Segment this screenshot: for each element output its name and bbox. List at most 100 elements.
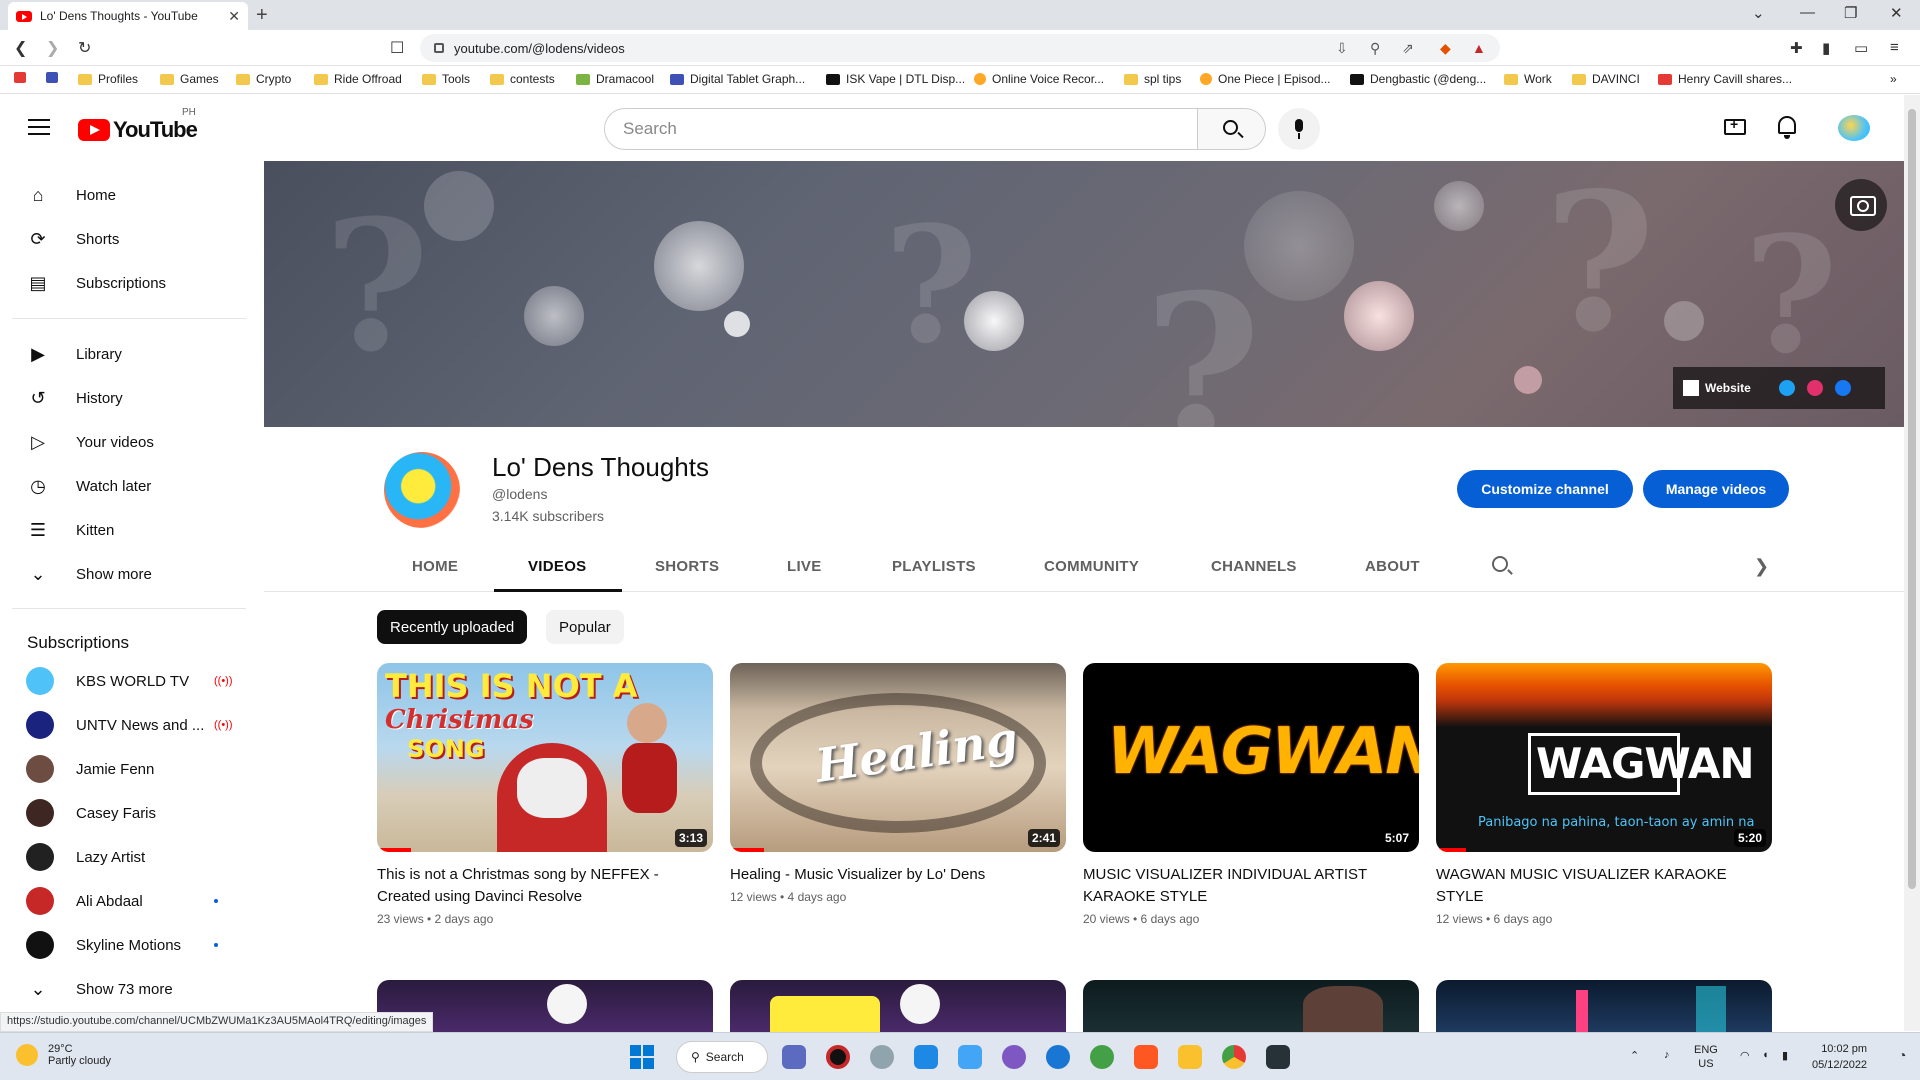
brave-browser-icon[interactable] (1134, 1045, 1158, 1069)
notifications-icon[interactable] (1778, 116, 1796, 139)
close-tab-icon[interactable]: ✕ (228, 8, 240, 25)
reload-icon[interactable]: ↻ (78, 38, 91, 58)
recorder-app-icon[interactable] (826, 1045, 850, 1069)
viber-app-icon[interactable] (1002, 1045, 1026, 1069)
chrome-icon[interactable] (1222, 1045, 1246, 1069)
create-video-icon[interactable] (1724, 116, 1746, 135)
manage-videos-button[interactable]: Manage videos (1643, 470, 1789, 508)
chevron-right-icon[interactable]: ❯ (1754, 556, 1769, 577)
app-icon[interactable] (914, 1045, 938, 1069)
bookmark-dengbastic[interactable]: Dengbastic (@deng... (1350, 72, 1486, 86)
tab-live[interactable]: LIVE (787, 558, 822, 575)
page-scrollbar[interactable] (1904, 95, 1920, 1031)
tab-community[interactable]: COMMUNITY (1044, 558, 1139, 575)
voice-search-icon[interactable] (1278, 108, 1320, 150)
menu-icon[interactable]: ≡ (1890, 39, 1899, 56)
video-title[interactable]: MUSIC VISUALIZER INDIVIDUAL ARTIST KARAO… (1083, 864, 1413, 908)
brave-shield-icon[interactable]: ◆ (1440, 40, 1451, 57)
close-window-icon[interactable]: ✕ (1890, 4, 1903, 22)
file-explorer-icon[interactable] (1178, 1045, 1202, 1069)
facebook-icon[interactable] (1834, 380, 1851, 396)
volume-icon[interactable]: ◖ (1762, 1049, 1769, 1061)
video-thumbnail[interactable] (1436, 980, 1772, 1032)
bookmark-games[interactable]: Games (160, 72, 219, 86)
twitter-icon[interactable] (1778, 380, 1795, 396)
more-bookmarks-icon[interactable]: » (1890, 72, 1897, 86)
tab-playlists[interactable]: PLAYLISTS (892, 558, 976, 575)
davinci-resolve-icon[interactable] (1266, 1045, 1290, 1069)
bookmark-crypto[interactable]: Crypto (236, 72, 291, 86)
sidebar-item-library[interactable]: ▶ Library (12, 334, 244, 374)
tab-search-chevron-icon[interactable]: ⌄ (1752, 4, 1765, 22)
video-card[interactable]: WAGWAN Panibago na pahina, taon-taon ay … (1436, 663, 1772, 926)
show-more-subscriptions[interactable]: ⌄ Show 73 more (12, 969, 244, 1009)
bookmark-isk-vape[interactable]: ISK Vape | DTL Disp... (826, 72, 965, 86)
search-input[interactable]: Search (604, 108, 1198, 150)
chip-recently-uploaded[interactable]: Recently uploaded (377, 610, 528, 644)
subscription-item[interactable]: Jamie Fenn (12, 749, 246, 789)
app-icon[interactable] (1090, 1045, 1114, 1069)
bookmark-profiles[interactable]: Profiles (78, 72, 138, 86)
youtube-logo[interactable]: YouTube PH (78, 107, 198, 143)
video-card[interactable]: WAGWAN 5:07 MUSIC VISUALIZER INDIVIDUAL … (1083, 663, 1419, 926)
install-app-icon[interactable]: ⇩ (1336, 40, 1348, 57)
extensions-icon[interactable]: ✚ (1790, 39, 1803, 57)
browser-tab[interactable]: Lo' Dens Thoughts - YouTube ✕ (8, 2, 248, 30)
taskbar-search-button[interactable]: ⚲ Search (676, 1041, 768, 1073)
subscription-item[interactable]: Skyline Motions (12, 925, 246, 965)
video-title[interactable]: WAGWAN MUSIC VISUALIZER KARAOKE STYLE (1436, 864, 1766, 908)
bookmark-work[interactable]: Work (1504, 72, 1552, 86)
channel-search-icon[interactable] (1492, 556, 1508, 572)
minimize-icon[interactable]: — (1800, 4, 1815, 21)
video-thumbnail[interactable] (1083, 980, 1419, 1032)
bookmark-tools[interactable]: Tools (422, 72, 470, 86)
video-thumbnail[interactable]: Healing 2:41 (730, 663, 1066, 852)
video-title[interactable]: This is not a Christmas song by NEFFEX -… (377, 864, 707, 908)
tray-chevron-icon[interactable]: ⌃ (1630, 1049, 1639, 1062)
video-thumbnail[interactable]: WAGWAN Panibago na pahina, taon-taon ay … (1436, 663, 1772, 852)
tab-shorts[interactable]: SHORTS (655, 558, 719, 575)
subscription-item[interactable]: Lazy Artist (12, 837, 246, 877)
sidebar-icon[interactable]: ▮ (1822, 39, 1830, 57)
app-icon[interactable] (870, 1045, 894, 1069)
restore-icon[interactable]: ❐ (1844, 4, 1857, 22)
sidebar-item-home[interactable]: ⌂ Home (12, 175, 244, 215)
video-card[interactable]: THIS IS NOT A Christmas SONG 3:13 This i… (377, 663, 713, 926)
bookmark-henry-cavill[interactable]: Henry Cavill shares... (1658, 72, 1792, 86)
chat-app-icon[interactable] (782, 1045, 806, 1069)
chip-popular[interactable]: Popular (546, 610, 624, 644)
bookmark-ride-offroad[interactable]: Ride Offroad (314, 72, 402, 86)
video-title[interactable]: Healing - Music Visualizer by Lo' Dens (730, 864, 1060, 886)
gmail-bookmark[interactable] (14, 72, 32, 83)
video-thumbnail[interactable]: WAGWAN 5:07 (1083, 663, 1419, 852)
subscription-item[interactable]: KBS WORLD TV ((•)) (12, 661, 246, 701)
battery-icon[interactable]: ▮ (1782, 1049, 1788, 1062)
bookmark-digital-tablet[interactable]: Digital Tablet Graph... (670, 72, 805, 86)
customize-channel-button[interactable]: Customize channel (1457, 470, 1633, 508)
subscription-item[interactable]: UNTV News and ... ((•)) (12, 705, 246, 745)
subscription-item[interactable]: Ali Abdaal (12, 881, 246, 921)
website-link[interactable]: Website (1705, 381, 1751, 395)
bookmark-voice-recorder[interactable]: Online Voice Recor... (974, 72, 1104, 86)
edit-banner-camera-icon[interactable] (1835, 179, 1887, 231)
sidebar-item-watch-later[interactable]: ◷ Watch later (12, 466, 244, 506)
taskbar-clock[interactable]: 10:02 pm 05/12/2022 (1812, 1041, 1867, 1073)
weather-widget[interactable]: 29°C Partly cloudy (16, 1043, 111, 1067)
video-thumbnail[interactable]: THIS IS NOT A Christmas SONG 3:13 (377, 663, 713, 852)
guide-menu-icon[interactable] (28, 119, 50, 135)
sidebar-item-subscriptions[interactable]: ▤ Subscriptions (12, 263, 244, 303)
bookmark-one-piece[interactable]: One Piece | Episod... (1200, 72, 1331, 86)
tab-home[interactable]: HOME (412, 558, 458, 575)
share-icon[interactable]: ⇗ (1402, 40, 1414, 57)
wallet-icon[interactable]: ▭ (1854, 39, 1868, 57)
bookmark-page-icon[interactable]: ☐ (390, 38, 404, 58)
account-avatar[interactable] (1838, 115, 1870, 141)
sidebar-item-shorts[interactable]: ⟳ Shorts (12, 219, 244, 259)
microphone-icon[interactable]: ♪ (1664, 1049, 1670, 1061)
bookmark-dramacool[interactable]: Dramacool (576, 72, 654, 86)
notification-center-icon[interactable]: ◔ (1898, 1047, 1906, 1063)
sidebar-item-kitten[interactable]: ☰ Kitten (12, 510, 244, 550)
channel-avatar-large[interactable] (384, 452, 460, 528)
zoom-icon[interactable]: ⚲ (1370, 40, 1380, 57)
back-icon[interactable]: ❮ (14, 38, 27, 58)
